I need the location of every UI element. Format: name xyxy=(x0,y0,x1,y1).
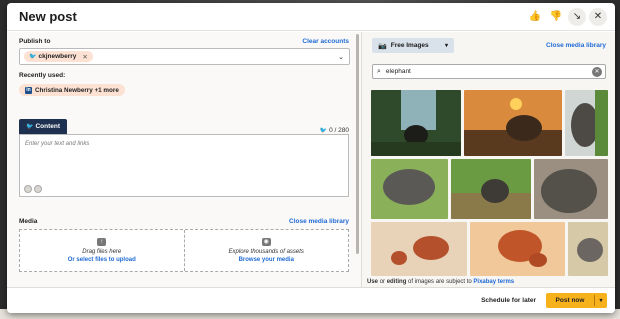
media-header: Media Close media library xyxy=(19,218,349,225)
clear-search-icon[interactable]: ✕ xyxy=(592,66,602,77)
media-label: Media xyxy=(19,218,38,225)
thumbs-up-icon[interactable]: 👍 xyxy=(526,8,544,26)
image-result[interactable] xyxy=(464,90,562,156)
image-result[interactable] xyxy=(470,222,565,276)
recent-chip-label: Christina Newberry +1 more xyxy=(35,86,119,94)
close-media-library-link[interactable]: Close media library xyxy=(289,218,349,225)
image-result[interactable] xyxy=(371,222,467,276)
recent-accounts-chip[interactable]: in Christina Newberry +1 more xyxy=(19,84,125,96)
terms-use: Use xyxy=(367,279,379,285)
pixabay-terms-link[interactable]: Pixabay terms xyxy=(473,279,514,285)
image-results-grid xyxy=(371,90,608,276)
search-value: elephant xyxy=(385,68,411,75)
image-result[interactable] xyxy=(568,222,608,276)
new-post-modal: New post 👍 👎 ↘ ✕ Publish to Clear accoun… xyxy=(7,3,615,313)
modal-footer: Schedule for later Post now ▾ xyxy=(7,287,615,313)
media-dropzone: ↑ Drag files here Or select files to upl… xyxy=(19,229,349,272)
image-result[interactable] xyxy=(565,90,608,156)
terms-text: of images are subject to xyxy=(408,279,472,285)
image-result[interactable] xyxy=(451,159,531,219)
browse-media-link[interactable]: Browse your media xyxy=(239,257,294,263)
clear-accounts-link[interactable]: Clear accounts xyxy=(302,38,349,45)
publish-header: Publish to Clear accounts xyxy=(19,38,349,45)
account-chip: 🐦 ckjnewberry ✕ xyxy=(24,51,93,62)
upload-area[interactable]: ↑ Drag files here Or select files to upl… xyxy=(20,230,184,271)
recent-header: Recently used: xyxy=(19,72,349,79)
image-source-label: Free Images xyxy=(390,42,429,49)
twitter-icon: 🐦 xyxy=(29,54,37,60)
media-library-panel: 📷 Free Images ▾ Close media library ⌕ el… xyxy=(362,32,615,287)
account-name: ckjnewberry xyxy=(38,53,77,60)
post-now-label: Post now xyxy=(555,297,585,304)
post-now-button[interactable]: Post now ▾ xyxy=(546,293,607,308)
composer-panel: Publish to Clear accounts 🐦 ckjnewberry … xyxy=(7,32,362,287)
image-result[interactable] xyxy=(371,90,461,156)
schedule-later-button[interactable]: Schedule for later xyxy=(481,297,536,304)
account-selector[interactable]: 🐦 ckjnewberry ✕ ⌄ xyxy=(19,48,350,65)
remove-account-icon[interactable]: ✕ xyxy=(82,53,87,61)
tab-content[interactable]: 🐦 Content xyxy=(19,119,68,134)
image-result[interactable] xyxy=(534,159,608,219)
publish-label: Publish to xyxy=(19,38,51,45)
modal-title: New post xyxy=(19,9,77,24)
close-media-library-link[interactable]: Close media library xyxy=(546,42,606,49)
content-tabbar: 🐦 Content 🐦 0 / 280 xyxy=(19,119,349,134)
upload-icon: ↑ xyxy=(97,238,107,246)
camera-icon: ◉ xyxy=(261,238,271,246)
twitter-icon: 🐦 xyxy=(319,128,328,134)
explore-text: Explore thousands of assets xyxy=(228,249,304,255)
post-text-input[interactable]: Enter your text and links xyxy=(19,134,349,197)
chevron-down-icon: ▾ xyxy=(444,43,448,49)
chevron-down-icon[interactable]: ⌄ xyxy=(338,53,344,61)
editor-tools xyxy=(24,185,42,193)
image-search-input[interactable]: ⌕ elephant ✕ xyxy=(372,64,606,79)
linkedin-icon: in xyxy=(25,86,32,94)
search-icon: ⌕ xyxy=(377,67,381,75)
select-files-link[interactable]: Or select files to upload xyxy=(68,257,136,263)
twitter-icon: 🐦 xyxy=(26,124,34,130)
composer-scrollbar[interactable] xyxy=(356,34,359,254)
terms-or: or xyxy=(379,279,386,285)
image-source-dropdown[interactable]: 📷 Free Images ▾ xyxy=(372,38,454,53)
explore-area[interactable]: ◉ Explore thousands of assets Browse you… xyxy=(183,230,349,271)
pixabay-terms: Use or editing of images are subject to … xyxy=(367,279,514,285)
camera-icon: 📷 xyxy=(378,42,387,50)
image-result[interactable] xyxy=(371,159,448,219)
minimize-icon[interactable]: ↘ xyxy=(568,7,586,26)
tab-content-label: Content xyxy=(35,123,61,130)
chevron-down-icon[interactable]: ▾ xyxy=(595,297,607,304)
close-icon[interactable]: ✕ xyxy=(589,7,607,26)
character-count: 0 / 280 xyxy=(329,127,349,134)
post-text-placeholder: Enter your text and links xyxy=(25,141,90,147)
terms-editing: editing xyxy=(386,279,407,285)
modal-header: New post 👍 👎 ↘ ✕ xyxy=(7,3,615,31)
character-counter: 🐦 0 / 280 xyxy=(320,127,349,134)
modal-body: Publish to Clear accounts 🐦 ckjnewberry … xyxy=(7,32,615,287)
drag-text: Drag files here xyxy=(82,249,122,255)
hashtag-icon[interactable] xyxy=(34,185,42,193)
thumbs-down-icon[interactable]: 👎 xyxy=(547,8,565,26)
recent-label: Recently used: xyxy=(19,72,66,79)
emoji-icon[interactable] xyxy=(24,185,32,193)
